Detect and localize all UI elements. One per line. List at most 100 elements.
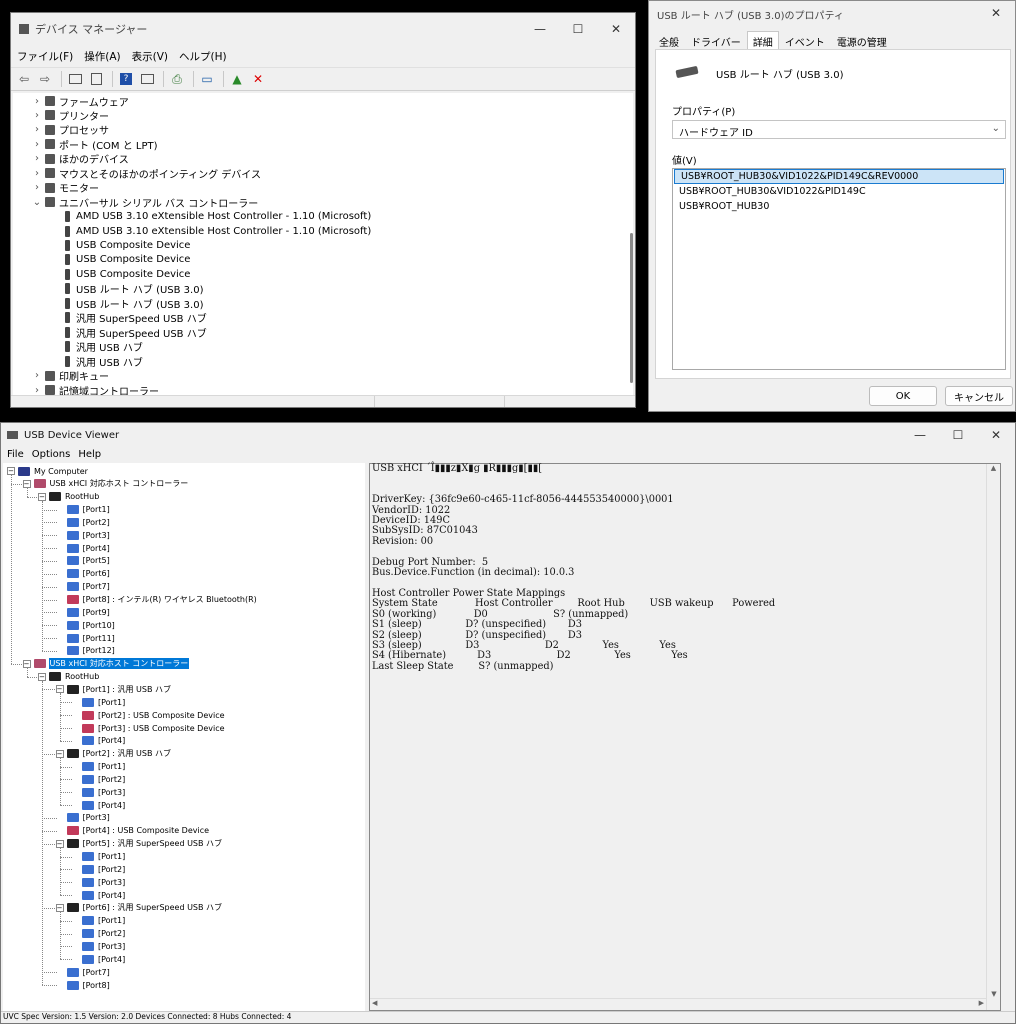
- usb-tree-item[interactable]: [Port10]: [56, 619, 116, 631]
- cancel-button[interactable]: キャンセル: [945, 386, 1013, 406]
- device-tree-category[interactable]: ⌄ ユニバーサル シリアル バス コントローラー: [31, 195, 258, 210]
- menu-file[interactable]: ファイル(F): [17, 49, 73, 64]
- maximize-button[interactable]: ☐: [559, 13, 597, 45]
- usb-tree-item[interactable]: [Port3]: [56, 529, 111, 541]
- scroll-up-arrow-icon[interactable]: ▲: [987, 464, 1000, 472]
- collapse-toggle-icon[interactable]: −: [22, 659, 31, 668]
- tab-details[interactable]: 詳細: [746, 31, 779, 49]
- tab-events[interactable]: イベント: [779, 31, 831, 49]
- minimize-button[interactable]: —: [521, 13, 559, 45]
- tab-general[interactable]: 全般: [653, 31, 685, 49]
- collapse-toggle-icon[interactable]: −: [38, 672, 46, 681]
- help-icon[interactable]: ?: [117, 70, 135, 88]
- usb-tree-item[interactable]: [Port4]: [71, 735, 126, 747]
- usb-tree-item[interactable]: [Port1]: [71, 696, 126, 708]
- value-item[interactable]: USB¥ROOT_HUB30&VID1022&PID149C: [673, 184, 1005, 199]
- usb-tree-item[interactable]: − My Computer: [7, 465, 89, 477]
- tab-driver[interactable]: ドライバー: [685, 31, 747, 49]
- device-tree-category[interactable]: › プリンター: [31, 108, 109, 123]
- usb-tree-item[interactable]: [Port12]: [56, 645, 116, 657]
- usb-tree-item[interactable]: [Port2] : USB Composite Device: [71, 709, 226, 721]
- device-tree-scrollbar[interactable]: [630, 233, 633, 383]
- device-tree-child-item[interactable]: USB Composite Device: [61, 239, 190, 253]
- menu-help[interactable]: ヘルプ(H): [179, 49, 227, 64]
- close-button[interactable]: ✕: [977, 423, 1015, 447]
- minimize-button[interactable]: —: [901, 423, 939, 447]
- usb-tree-item[interactable]: [Port4]: [71, 799, 126, 811]
- device-tree-category[interactable]: › ポート (COM と LPT): [31, 137, 158, 152]
- print-icon[interactable]: ⎙: [168, 70, 186, 88]
- usb-tree-item[interactable]: − RootHub: [38, 491, 100, 503]
- collapse-toggle-icon[interactable]: −: [22, 479, 31, 488]
- chevron-right-icon[interactable]: ›: [31, 153, 43, 164]
- usb-tree-item[interactable]: [Port3]: [71, 786, 126, 798]
- device-tree-category[interactable]: › マウスとそのほかのポインティング デバイス: [31, 166, 261, 181]
- usb-tree-item[interactable]: [Port3]: [71, 940, 126, 952]
- maximize-button[interactable]: ☐: [939, 423, 977, 447]
- chevron-right-icon[interactable]: ›: [31, 139, 43, 150]
- value-listbox[interactable]: USB¥ROOT_HUB30&VID1022&PID149C&REV0000 U…: [672, 168, 1006, 370]
- chevron-right-icon[interactable]: ›: [31, 168, 43, 179]
- device-tree-child-item[interactable]: 汎用 USB ハブ: [61, 354, 143, 369]
- usb-tree-item[interactable]: − RootHub: [38, 671, 100, 683]
- usb-tree-item[interactable]: [Port1]: [71, 851, 126, 863]
- usb-tree-item[interactable]: [Port7]: [56, 966, 111, 978]
- usb-tree-item[interactable]: − [Port1] : 汎用 USB ハブ: [55, 683, 172, 695]
- collapse-toggle-icon[interactable]: −: [55, 749, 64, 758]
- chevron-right-icon[interactable]: ›: [31, 182, 43, 193]
- usbview-titlebar[interactable]: USB Device Viewer — ☐ ✕: [1, 423, 1015, 447]
- usb-tree-item[interactable]: [Port1]: [71, 915, 126, 927]
- back-arrow-icon[interactable]: ⇦: [15, 70, 33, 88]
- ok-button[interactable]: OK: [869, 386, 937, 406]
- chevron-down-icon[interactable]: ⌄: [31, 197, 43, 208]
- forward-arrow-icon[interactable]: ⇨: [36, 70, 54, 88]
- collapse-toggle-icon[interactable]: −: [38, 492, 46, 501]
- usb-tree-item[interactable]: − [Port5] : 汎用 SuperSpeed USB ハブ: [55, 838, 224, 850]
- menu-help[interactable]: Help: [78, 449, 101, 463]
- usb-tree-item[interactable]: [Port3]: [56, 812, 111, 824]
- device-tree-category[interactable]: › ほかのデバイス: [31, 152, 129, 166]
- usb-tree-item[interactable]: [Port9]: [56, 606, 111, 618]
- usb-tree-item[interactable]: [Port4]: [71, 889, 126, 901]
- collapse-toggle-icon[interactable]: −: [55, 839, 64, 848]
- uninstall-icon[interactable]: ✕: [249, 70, 267, 88]
- usb-tree-item[interactable]: [Port1]: [71, 761, 126, 773]
- usb-tree-item[interactable]: [Port4]: [56, 542, 111, 554]
- usb-tree-item[interactable]: [Port11]: [56, 632, 116, 644]
- scroll-left-arrow-icon[interactable]: ◀: [372, 999, 377, 1007]
- usb-tree-item[interactable]: [Port8] : インテル(R) ワイヤレス Bluetooth(R): [56, 594, 258, 606]
- device-manager-titlebar[interactable]: デバイス マネージャー — ☐ ✕: [11, 13, 635, 45]
- device-tree-child-item[interactable]: USB ルート ハブ (USB 3.0): [61, 282, 203, 296]
- property-select[interactable]: ハードウェア ID ⌄: [672, 120, 1006, 139]
- usb-tree-item[interactable]: [Port4] : USB Composite Device: [56, 825, 211, 837]
- device-tree-child-item[interactable]: 汎用 USB ハブ: [61, 340, 143, 354]
- properties-titlebar[interactable]: USB ルート ハブ (USB 3.0)のプロパティ ✕: [649, 1, 1015, 27]
- device-tree-category[interactable]: › モニター: [31, 181, 99, 195]
- collapse-toggle-icon[interactable]: −: [55, 685, 64, 694]
- device-tree-child-item[interactable]: USB Composite Device: [61, 267, 190, 281]
- menu-action[interactable]: 操作(A): [84, 49, 120, 64]
- window-icon[interactable]: [138, 70, 156, 88]
- usb-tree-item[interactable]: [Port2]: [71, 773, 126, 785]
- device-tree-child-item[interactable]: USB ルート ハブ (USB 3.0): [61, 296, 203, 311]
- usb-tree-item[interactable]: [Port2]: [71, 863, 126, 875]
- usb-tree-item[interactable]: [Port1]: [56, 504, 111, 516]
- details-vertical-scrollbar[interactable]: ▲ ▼: [986, 464, 1000, 1010]
- usb-tree-item[interactable]: [Port2]: [56, 516, 111, 528]
- usb-tree-item[interactable]: [Port5]: [56, 555, 111, 567]
- usb-tree-item[interactable]: − USB xHCI 対応ホスト コントローラー: [22, 658, 190, 670]
- usb-tree-item[interactable]: [Port2]: [71, 928, 126, 940]
- details-horizontal-scrollbar[interactable]: ◀ ▶: [370, 998, 986, 1010]
- chevron-right-icon[interactable]: ›: [31, 385, 43, 396]
- usb-tree-item[interactable]: − [Port2] : 汎用 USB ハブ: [55, 748, 172, 760]
- update-driver-icon[interactable]: ▲: [228, 70, 246, 88]
- usb-tree-item[interactable]: [Port4]: [71, 953, 126, 965]
- device-tree-child-item[interactable]: AMD USB 3.10 eXtensible Host Controller …: [61, 210, 371, 224]
- device-tree-child-item[interactable]: AMD USB 3.10 eXtensible Host Controller …: [61, 224, 371, 238]
- monitor-icon[interactable]: ▭: [198, 70, 216, 88]
- chevron-right-icon[interactable]: ›: [31, 96, 43, 107]
- usb-tree-item[interactable]: [Port6]: [56, 568, 111, 580]
- usb-tree-item[interactable]: − [Port6] : 汎用 SuperSpeed USB ハブ: [55, 902, 224, 914]
- list-icon[interactable]: [87, 70, 105, 88]
- value-item[interactable]: USB¥ROOT_HUB30&VID1022&PID149C&REV0000: [674, 169, 1004, 184]
